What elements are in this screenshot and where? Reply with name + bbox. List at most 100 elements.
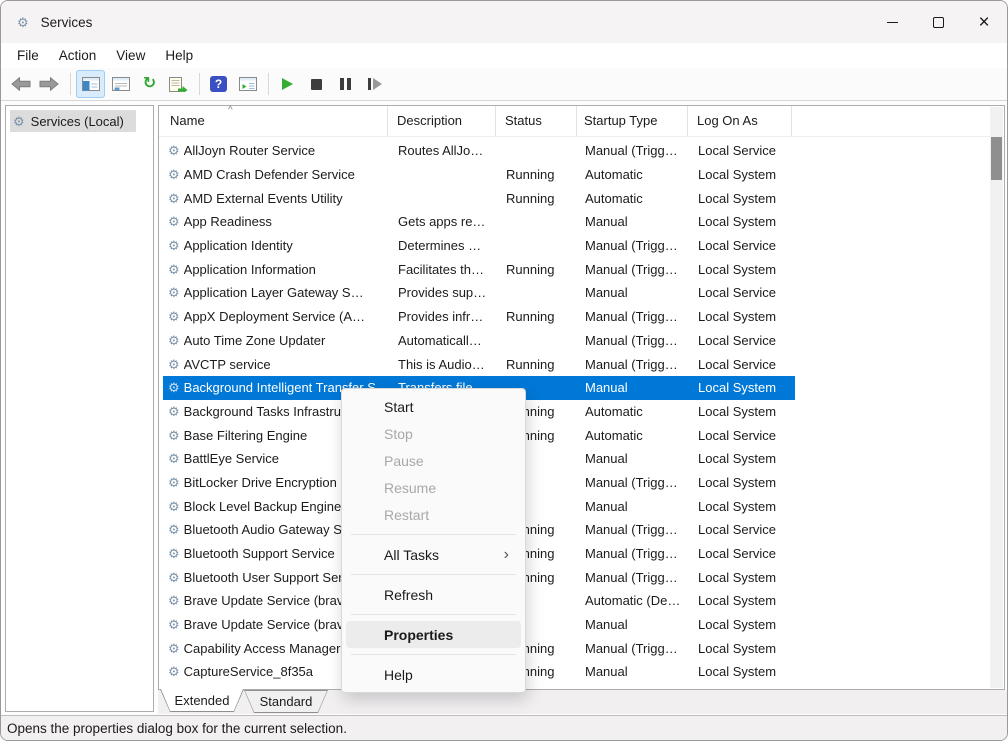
- service-gear-icon: ⚙: [168, 168, 180, 181]
- context-menu-item-label: Restart: [384, 507, 429, 523]
- context-menu-item-properties[interactable]: Properties: [346, 621, 521, 648]
- context-menu: StartStopPauseResumeRestartAll Tasks›Ref…: [341, 388, 526, 693]
- toolbar-separator: [199, 73, 200, 95]
- service-description: Gets apps re…: [389, 214, 497, 229]
- menu-file[interactable]: File: [7, 46, 49, 65]
- service-description: Determines …: [389, 238, 497, 253]
- service-log-on-as: Local System: [689, 617, 793, 632]
- table-row[interactable]: ⚙AppX Deployment Service (A…Provides inf…: [163, 305, 795, 329]
- service-name: AVCTP service: [184, 357, 389, 372]
- service-gear-icon: ⚙: [168, 358, 180, 371]
- table-row[interactable]: ⚙AllJoyn Router ServiceRoutes AllJo…Manu…: [163, 139, 795, 163]
- menu-view[interactable]: View: [106, 46, 155, 65]
- context-menu-item-restart: Restart: [346, 501, 521, 528]
- tab-label: Extended: [160, 689, 244, 712]
- service-name-cell: ⚙Application Information: [165, 262, 389, 277]
- service-status: Running: [497, 191, 578, 206]
- sidebar-item-services-local[interactable]: ⚙ Services (Local): [10, 110, 136, 132]
- sort-ascending-icon: ^: [228, 105, 233, 116]
- service-startup-type: Automatic (De…: [578, 593, 689, 608]
- service-log-on-as: Local Service: [689, 546, 793, 561]
- service-log-on-as: Local System: [689, 499, 793, 514]
- service-rows: ⚙AllJoyn Router ServiceRoutes AllJo…Manu…: [159, 139, 990, 689]
- close-button[interactable]: ×: [961, 1, 1007, 43]
- column-header-filler: [792, 106, 1004, 136]
- service-startup-type: Manual: [578, 499, 689, 514]
- table-row[interactable]: ⚙AMD External Events UtilityRunningAutom…: [163, 186, 795, 210]
- service-startup-type: Manual (Trigg…: [578, 641, 689, 656]
- context-menu-item-label: Start: [384, 399, 414, 415]
- column-header-status[interactable]: Status: [496, 106, 577, 136]
- show-action-pane-icon[interactable]: [234, 71, 261, 97]
- table-row[interactable]: ⚙Auto Time Zone UpdaterAutomaticall…Manu…: [163, 329, 795, 353]
- back-icon[interactable]: [7, 71, 34, 97]
- menu-separator: [351, 614, 516, 615]
- console-tree-panel: ⚙ Services (Local): [5, 105, 154, 712]
- vertical-scrollbar[interactable]: [990, 107, 1003, 688]
- refresh-icon[interactable]: ↻: [136, 71, 163, 97]
- service-name-cell: ⚙App Readiness: [165, 214, 389, 229]
- context-menu-item-label: All Tasks: [384, 547, 439, 563]
- forward-icon[interactable]: [36, 71, 63, 97]
- service-startup-type: Manual (Trigg…: [578, 522, 689, 537]
- table-row[interactable]: ⚙AMD Crash Defender ServiceRunningAutoma…: [163, 163, 795, 187]
- scrollbar-thumb[interactable]: [991, 137, 1002, 180]
- service-gear-icon: ⚙: [168, 192, 180, 205]
- service-startup-type: Automatic: [578, 404, 689, 419]
- service-name-cell: ⚙Application Identity: [165, 238, 389, 253]
- show-console-tree-icon[interactable]: [76, 70, 105, 98]
- view-tab-bar: ExtendedStandard: [158, 690, 1007, 714]
- service-name: App Readiness: [184, 214, 389, 229]
- table-row[interactable]: ⚙Application IdentityDetermines …Manual …: [163, 234, 795, 258]
- service-startup-type: Manual: [578, 214, 689, 229]
- service-name-cell: ⚙AllJoyn Router Service: [165, 143, 389, 158]
- context-menu-item-refresh[interactable]: Refresh: [346, 581, 521, 608]
- column-header-name[interactable]: Name: [164, 106, 388, 136]
- tab-extended[interactable]: Extended: [160, 689, 244, 712]
- service-gear-icon: ⚙: [168, 429, 180, 442]
- service-log-on-as: Local System: [689, 262, 793, 277]
- column-header-log-on-as[interactable]: Log On As: [688, 106, 792, 136]
- services-list-panel: ^ NameDescriptionStatusStartup TypeLog O…: [158, 105, 1005, 690]
- menu-separator: [351, 574, 516, 575]
- menu-action[interactable]: Action: [49, 46, 107, 65]
- maximize-button[interactable]: [915, 1, 961, 43]
- service-status: Running: [497, 357, 578, 372]
- column-header-description[interactable]: Description: [388, 106, 496, 136]
- close-icon: ×: [978, 13, 989, 32]
- service-gear-icon: ⚙: [168, 500, 180, 513]
- service-name: Application Layer Gateway S…: [184, 285, 389, 300]
- minimize-button[interactable]: [869, 1, 915, 43]
- service-startup-type: Manual (Trigg…: [578, 333, 689, 348]
- context-menu-item-all-tasks[interactable]: All Tasks›: [346, 541, 521, 568]
- restart-service-icon[interactable]: [361, 71, 388, 97]
- service-startup-type: Automatic: [578, 191, 689, 206]
- pause-service-icon[interactable]: [332, 71, 359, 97]
- service-gear-icon: ⚙: [168, 310, 180, 323]
- service-log-on-as: Local Service: [689, 428, 793, 443]
- service-gear-icon: ⚙: [168, 144, 180, 157]
- column-header-startup-type[interactable]: Startup Type: [577, 106, 688, 136]
- table-row[interactable]: ⚙Application Layer Gateway S…Provides su…: [163, 281, 795, 305]
- tab-label: Standard: [244, 690, 328, 713]
- service-gear-icon: ⚙: [168, 642, 180, 655]
- menu-help[interactable]: Help: [155, 46, 203, 65]
- help-icon[interactable]: ?: [205, 71, 232, 97]
- properties-icon[interactable]: [107, 71, 134, 97]
- export-list-icon[interactable]: [165, 71, 192, 97]
- restart-glyph: [368, 78, 382, 90]
- table-row[interactable]: ⚙Application InformationFacilitates th…R…: [163, 257, 795, 281]
- table-row[interactable]: ⚙AVCTP serviceThis is Audio…RunningManua…: [163, 352, 795, 376]
- context-menu-item-start[interactable]: Start: [346, 393, 521, 420]
- stop-service-icon[interactable]: [303, 71, 330, 97]
- tab-standard[interactable]: Standard: [244, 690, 328, 713]
- service-name: AMD Crash Defender Service: [184, 167, 389, 182]
- table-row[interactable]: ⚙App ReadinessGets apps re…ManualLocal S…: [163, 210, 795, 234]
- start-service-icon[interactable]: [274, 71, 301, 97]
- service-startup-type: Manual (Trigg…: [578, 309, 689, 324]
- service-log-on-as: Local System: [689, 451, 793, 466]
- service-startup-type: Manual (Trigg…: [578, 357, 689, 372]
- service-startup-type: Manual (Trigg…: [578, 546, 689, 561]
- context-menu-item-help[interactable]: Help: [346, 661, 521, 688]
- context-menu-item-label: Help: [384, 667, 413, 683]
